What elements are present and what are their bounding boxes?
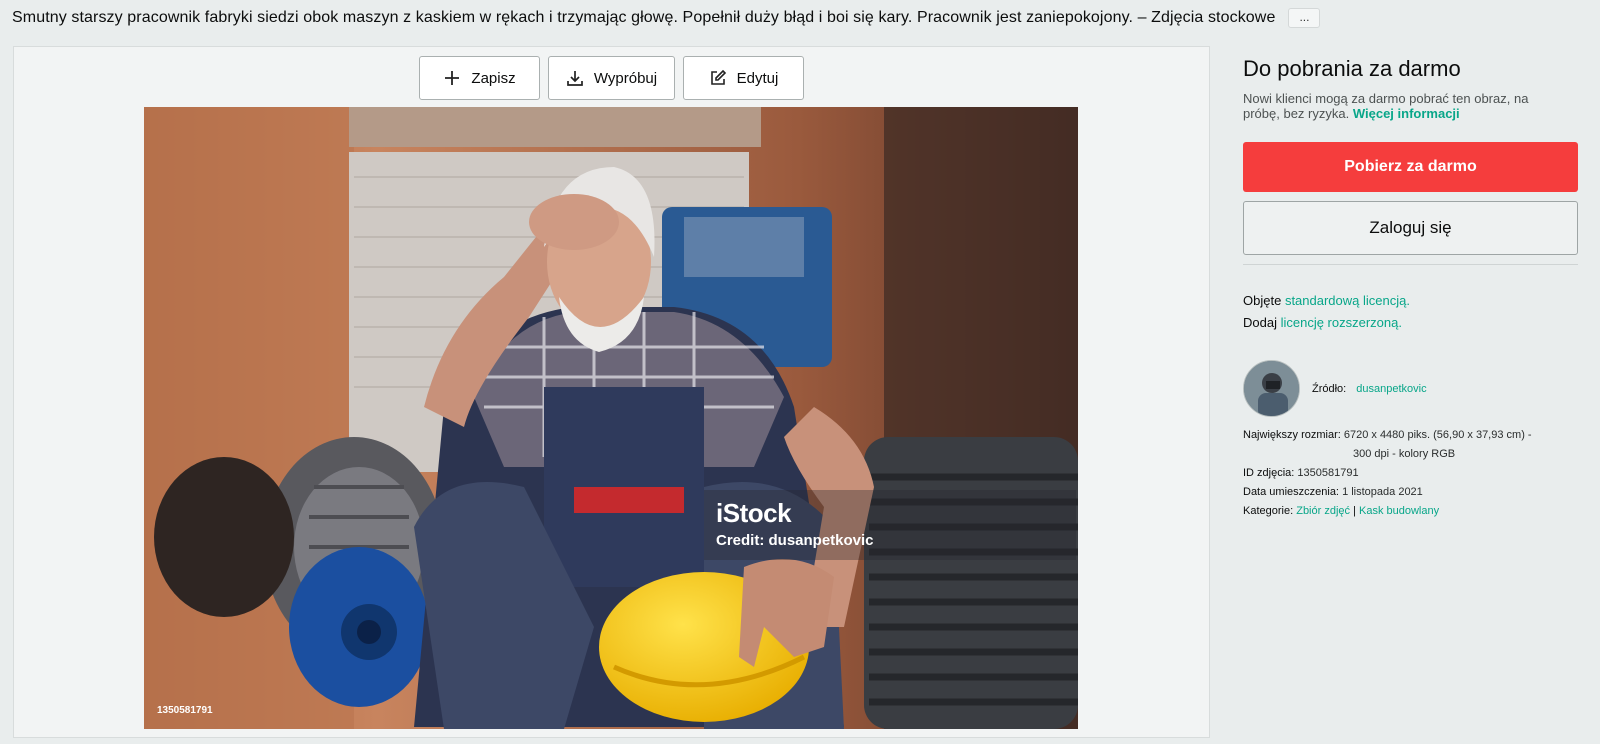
watermark-logo: iStock xyxy=(716,498,792,528)
photo-id-value: 1350581791 xyxy=(1297,467,1359,479)
categories-row: Kategorie: Zbiór zdjęć | Kask budowlany xyxy=(1243,502,1578,521)
standard-license-link[interactable]: standardową licencją. xyxy=(1285,293,1410,308)
image-id-overlay: 1350581791 xyxy=(157,705,213,716)
max-size-label: Największy rozmiar: xyxy=(1243,429,1341,441)
upload-date-value: 1 listopada 2021 xyxy=(1342,486,1423,498)
license-prefix: Objęte xyxy=(1243,293,1282,308)
free-download-note: Nowi klienci mogą za darmo pobrać ten ob… xyxy=(1243,91,1563,121)
category-separator: | xyxy=(1353,505,1356,517)
upload-date-label: Data umieszczenia: xyxy=(1243,486,1339,498)
save-button[interactable]: Zapisz xyxy=(419,56,540,100)
photo-id-label: ID zdjęcia: xyxy=(1243,467,1295,479)
avatar-image xyxy=(1244,361,1299,416)
contributor-link[interactable]: dusanpetkovic xyxy=(1356,383,1426,395)
extended-license-row: Dodaj licencję rozszerzoną. xyxy=(1243,315,1402,330)
plus-icon xyxy=(445,71,460,85)
watermark-box: iStock Credit: dusanpetkovic xyxy=(704,490,1076,560)
sidebar-divider xyxy=(1243,264,1578,265)
edit-button-label: Edytuj xyxy=(736,69,779,87)
sidebar: Do pobrania za darmo Nowi klienci mogą z… xyxy=(1243,56,1578,517)
stock-photo[interactable]: iStock Credit: dusanpetkovic 1350581791 xyxy=(144,107,1078,729)
photo-illustration xyxy=(144,107,1078,729)
more-button[interactable]: ... xyxy=(1288,8,1321,28)
try-button[interactable]: Wypróbuj xyxy=(548,56,675,100)
more-info-link[interactable]: Więcej informacji xyxy=(1353,106,1460,121)
source-label: Źródło: xyxy=(1312,382,1347,395)
page-title-row: Smutny starszy pracownik fabryki siedzi … xyxy=(12,7,1321,29)
login-button[interactable]: Zaloguj się xyxy=(1243,201,1578,255)
category-link-1[interactable]: Zbiór zdjęć xyxy=(1296,505,1350,517)
page-title: Smutny starszy pracownik fabryki siedzi … xyxy=(12,9,1276,26)
upload-date-row: Data umieszczenia: 1 listopada 2021 xyxy=(1243,483,1578,502)
extended-prefix: Dodaj xyxy=(1243,315,1277,330)
photo-id-row: ID zdjęcia: 1350581791 xyxy=(1243,464,1578,483)
image-details: Największy rozmiar: 6720 x 4480 piks. (5… xyxy=(1243,426,1578,521)
source-row: Źródło: dusanpetkovic xyxy=(1243,360,1427,417)
watermark-credit: Credit: dusanpetkovic xyxy=(716,532,874,549)
image-toolbar: Zapisz Wypróbuj Edytuj xyxy=(419,56,804,100)
edit-icon xyxy=(710,69,726,85)
download-icon xyxy=(567,71,583,86)
max-size-value: 6720 x 4480 piks. (56,90 x 37,93 cm) - xyxy=(1343,429,1532,441)
image-panel: Zapisz Wypróbuj Edytuj iStock Credit: du… xyxy=(13,46,1210,738)
categories-label: Kategorie: xyxy=(1243,505,1294,517)
category-link-2[interactable]: Kask budowlany xyxy=(1359,505,1439,517)
max-size-value-2: 300 dpi - kolory RGB xyxy=(1353,448,1456,460)
edit-button[interactable]: Edytuj xyxy=(683,56,804,100)
free-download-heading: Do pobrania za darmo xyxy=(1243,56,1461,81)
save-button-label: Zapisz xyxy=(471,69,516,87)
standard-license-row: Objęte standardową licencją. xyxy=(1243,293,1410,308)
max-size-row: Największy rozmiar: 6720 x 4480 piks. (5… xyxy=(1243,426,1578,445)
try-button-label: Wypróbuj xyxy=(593,69,658,87)
contributor-avatar[interactable] xyxy=(1243,360,1300,417)
extended-license-link[interactable]: licencję rozszerzoną. xyxy=(1281,315,1402,330)
download-free-button[interactable]: Pobierz za darmo xyxy=(1243,142,1578,192)
